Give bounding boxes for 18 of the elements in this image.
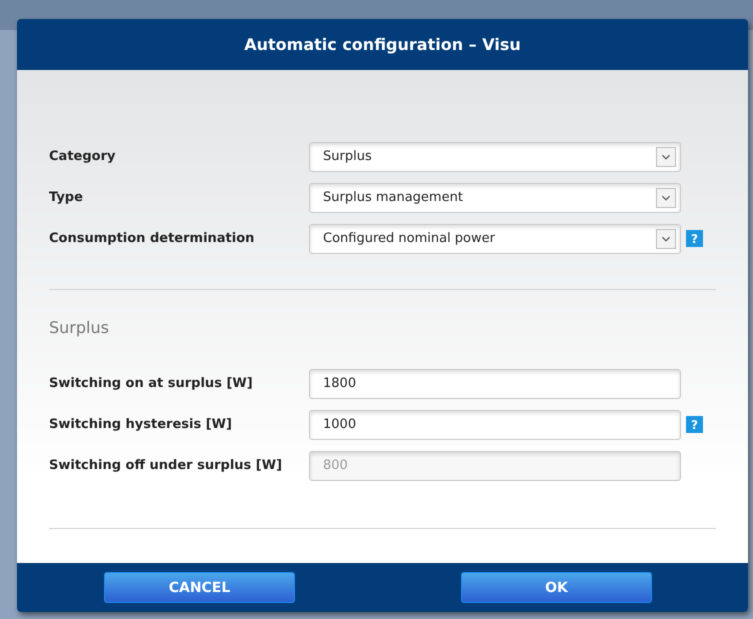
dropdown[interactable]: Surplus management	[309, 182, 681, 212]
chevron-down-icon	[656, 228, 676, 248]
field-label: Category	[49, 149, 116, 164]
section-heading: Surplus	[49, 318, 110, 337]
field-label: Consumption determination	[49, 231, 256, 246]
input-field[interactable]: 1800	[309, 368, 681, 398]
cancel-button[interactable]: CANCEL	[104, 572, 295, 603]
input-field[interactable]: 1000	[309, 410, 681, 440]
chevron-down-icon	[656, 146, 676, 166]
field-label: Switching on at surplus [W]	[49, 376, 254, 391]
dropdown[interactable]: Configured nominal power	[309, 224, 681, 254]
ok-button[interactable]: OK	[461, 572, 652, 603]
dropdown[interactable]: Surplus	[309, 142, 681, 172]
field-label: Type	[49, 190, 84, 205]
dialog-title: Automatic configuration – Visu	[244, 35, 521, 54]
chevron-down-icon	[656, 188, 676, 208]
field-label: Switching hysteresis [W]	[49, 417, 233, 432]
field-label: Switching off under surplus [W]	[49, 458, 284, 473]
